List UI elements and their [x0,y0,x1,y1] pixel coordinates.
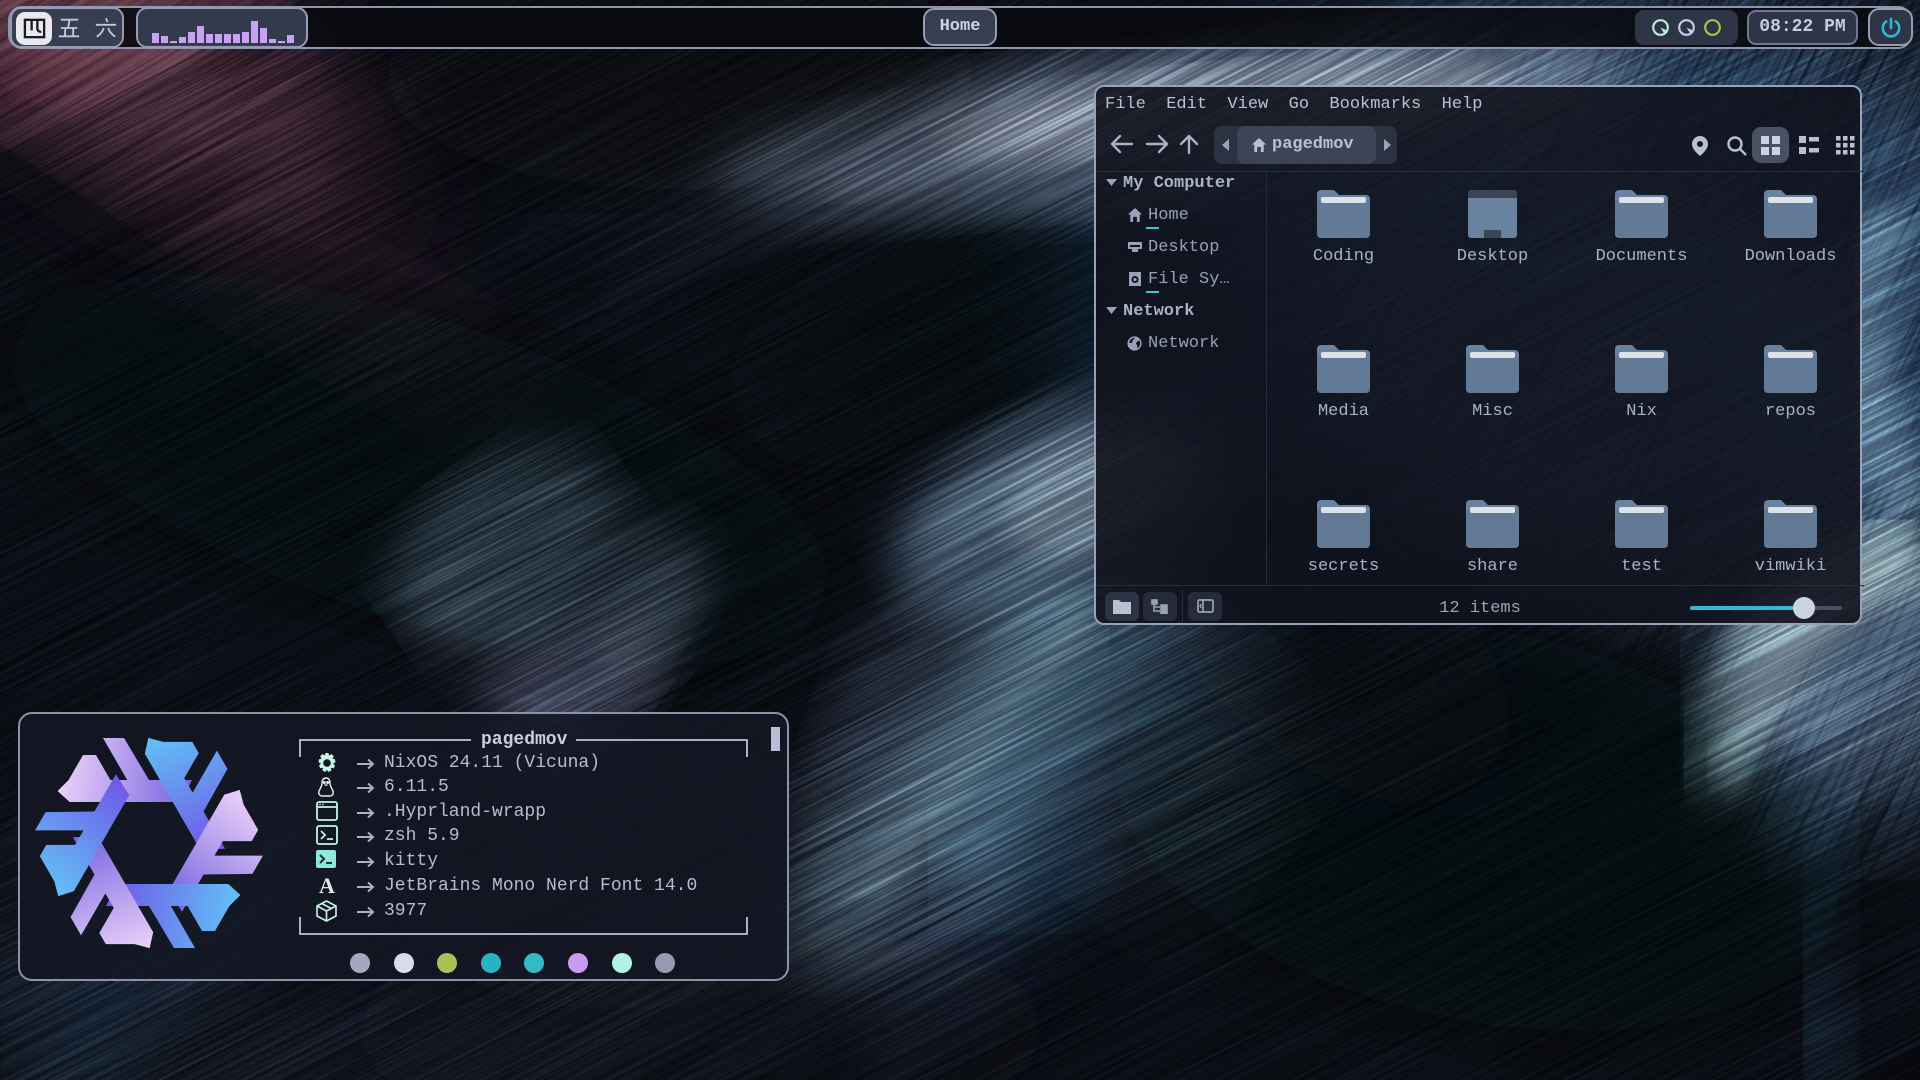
svg-text:A: A [319,875,335,897]
